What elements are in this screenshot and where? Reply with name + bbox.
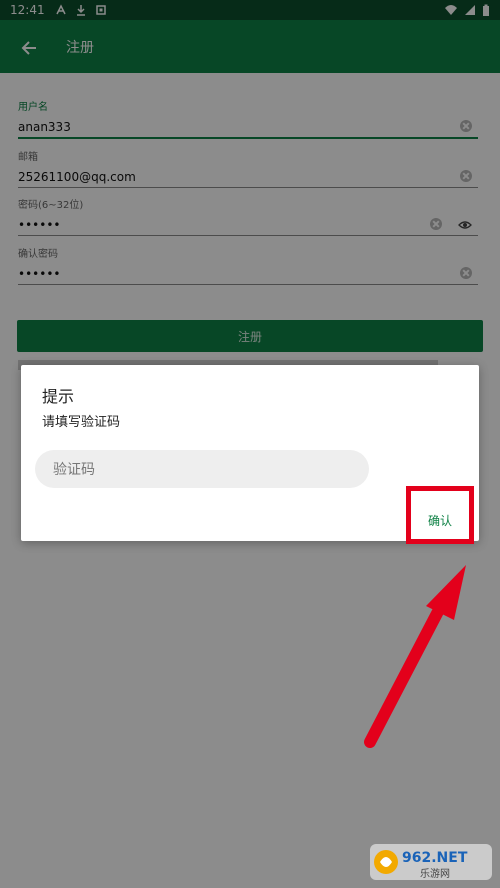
red-arrow-annotation	[364, 565, 466, 748]
svg-text:乐游网: 乐游网	[420, 867, 450, 880]
site-watermark-logo: 962.NET 乐游网	[370, 844, 492, 880]
svg-text:962.NET: 962.NET	[402, 850, 468, 866]
